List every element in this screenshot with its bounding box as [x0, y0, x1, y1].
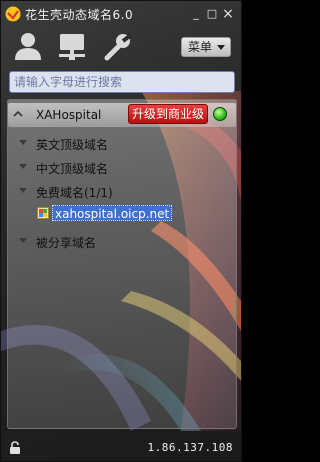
- expand-arrow-icon[interactable]: [19, 164, 27, 169]
- chevron-up-icon[interactable]: [13, 109, 23, 119]
- app-window: 花生壳动态域名6.0 _ □ × 菜单 XAHospital 升级到商业级 英文…: [0, 0, 242, 462]
- ip-address: 1.86.137.108: [147, 441, 233, 454]
- server-icon[interactable]: [55, 31, 89, 61]
- domain-item[interactable]: xahospital.oicp.net: [52, 205, 173, 221]
- minimize-button[interactable]: _: [189, 7, 203, 21]
- peanut-shell-icon: [5, 6, 21, 22]
- menu-button[interactable]: 菜单: [181, 37, 231, 57]
- wrench-icon[interactable]: [101, 31, 135, 61]
- lock-icon[interactable]: [9, 441, 21, 455]
- expand-arrow-icon[interactable]: [19, 238, 27, 243]
- maximize-button[interactable]: □: [205, 7, 219, 21]
- title-bar[interactable]: 花生壳动态域名6.0 _ □ ×: [1, 1, 241, 27]
- menu-label: 菜单: [188, 40, 213, 54]
- user-icon[interactable]: [11, 31, 45, 61]
- tree-group-shared-domains[interactable]: 被分享域名: [36, 234, 96, 251]
- domain-icon: [37, 207, 49, 219]
- online-status-icon: [213, 107, 227, 121]
- tree-group-free-domains[interactable]: 免费域名(1/1): [36, 184, 113, 201]
- expand-arrow-icon[interactable]: [19, 188, 27, 193]
- tree-group-chinese-tld[interactable]: 中文顶级域名: [36, 160, 108, 177]
- close-button[interactable]: ×: [221, 7, 235, 21]
- window-title: 花生壳动态域名6.0: [25, 8, 134, 22]
- expand-arrow-icon[interactable]: [19, 140, 27, 145]
- chevron-down-icon: [217, 45, 225, 50]
- search-input[interactable]: [9, 71, 235, 93]
- upgrade-button[interactable]: 升级到商业级: [128, 104, 208, 124]
- tree-group-english-tld[interactable]: 英文顶级域名: [36, 136, 108, 153]
- account-name: XAHospital: [36, 108, 102, 122]
